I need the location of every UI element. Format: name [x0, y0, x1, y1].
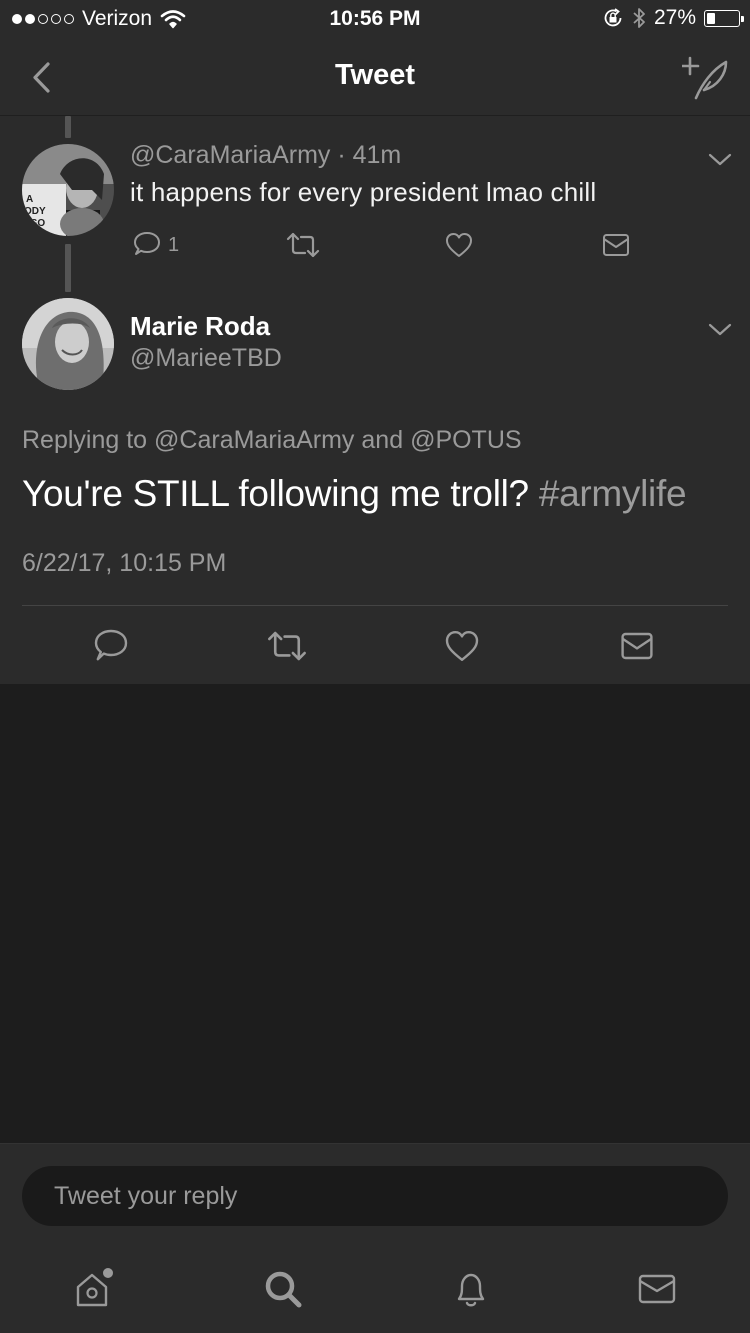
main-tweet-body: You're STILL following me troll?	[22, 473, 529, 514]
divider	[22, 605, 728, 606]
parent-tweet-text: it happens for every president lmao chil…	[130, 177, 597, 207]
main-tweet-text: You're STILL following me troll? #armyli…	[22, 473, 687, 515]
page-title: Tweet	[334, 59, 416, 91]
battery-icon	[704, 9, 744, 27]
parent-like-button[interactable]	[444, 230, 474, 260]
envelope-icon	[603, 234, 629, 256]
heart-icon	[445, 631, 479, 661]
home-icon	[76, 1268, 113, 1307]
back-button[interactable]	[24, 58, 64, 98]
parent-reply-button[interactable]: 1	[132, 230, 179, 260]
direct-message-button[interactable]	[619, 628, 655, 664]
author-handle[interactable]: @MarieeTBD	[130, 344, 282, 373]
tab-messages[interactable]	[629, 1261, 685, 1317]
status-bar: Verizon 10:56 PM 27%	[0, 0, 750, 40]
reply-input[interactable]: Tweet your reply	[22, 1166, 728, 1226]
svg-text:A: A	[26, 194, 33, 205]
tweet-timestamp: 6/22/17, 10:15 PM	[22, 549, 227, 577]
status-left: Verizon	[12, 7, 186, 31]
author-name[interactable]: Marie Roda	[130, 311, 270, 342]
tab-search[interactable]	[255, 1261, 311, 1317]
wifi-icon	[160, 10, 186, 29]
replying-to-user-link[interactable]: @POTUS	[410, 426, 522, 454]
parent-tweet-handle[interactable]: @CaraMariaArmy	[130, 141, 330, 169]
orientation-lock-icon	[604, 8, 622, 27]
header-separator: ·	[330, 141, 353, 169]
hashtag-link[interactable]: #armylife	[539, 473, 687, 514]
heart-icon	[446, 233, 472, 257]
chevron-left-icon	[33, 62, 50, 93]
tab-notifications[interactable]	[443, 1261, 499, 1317]
parent-tweet-menu-button[interactable]	[707, 152, 733, 168]
bluetooth-icon	[633, 8, 645, 28]
svg-text:ODY: ODY	[24, 206, 46, 217]
reply-button[interactable]	[93, 628, 129, 664]
tab-home[interactable]	[66, 1261, 122, 1317]
navigation-bar: Tweet	[0, 40, 750, 116]
replying-to-and: and	[361, 426, 404, 454]
chevron-down-icon	[708, 323, 732, 336]
chevron-down-icon	[708, 153, 732, 166]
retweet-icon	[268, 631, 306, 661]
thread-line-top	[65, 116, 71, 138]
reply-icon	[134, 232, 160, 255]
envelope-icon	[621, 632, 653, 660]
retweet-icon	[286, 232, 320, 258]
parent-tweet-header: @CaraMariaArmy · 41m	[130, 141, 401, 170]
compose-button[interactable]	[680, 54, 732, 102]
battery-percentage: 27%	[653, 6, 696, 29]
signal-strength-icon	[12, 14, 74, 24]
like-button[interactable]	[444, 628, 480, 664]
replying-to-user-link[interactable]: @CaraMariaArmy	[154, 426, 354, 454]
compose-tweet-icon	[680, 56, 728, 100]
carrier-name: Verizon	[82, 7, 153, 30]
reply-count: 1	[168, 233, 180, 256]
main-tweet-menu-button[interactable]	[707, 322, 733, 338]
parent-message-button[interactable]	[601, 230, 631, 260]
avatar-caramariaarmy[interactable]: A ODY ESO	[22, 144, 114, 236]
retweet-button[interactable]	[267, 628, 307, 664]
avatar-marieetbd[interactable]	[22, 298, 114, 390]
parent-retweet-button[interactable]	[286, 230, 320, 260]
replying-to-prefix: Replying to	[22, 426, 148, 454]
thread-line-bottom	[65, 244, 71, 292]
app-screen: Verizon 10:56 PM 27% Tweet A ODY ESO @Ca…	[0, 0, 750, 1333]
svg-text:ESO: ESO	[24, 218, 45, 229]
search-icon	[265, 1271, 302, 1308]
reply-icon	[94, 629, 128, 661]
replying-to-line: Replying to @CaraMariaArmy and @POTUS	[22, 426, 522, 455]
parent-tweet-time: 41m	[352, 141, 402, 169]
notifications-icon	[457, 1273, 485, 1307]
bottom-bar: Tweet your reply	[0, 1143, 750, 1333]
messages-icon	[638, 1274, 676, 1304]
status-right: 27%	[602, 6, 744, 30]
tweet-thread: A ODY ESO @CaraMariaArmy · 41m it happen…	[0, 116, 750, 684]
